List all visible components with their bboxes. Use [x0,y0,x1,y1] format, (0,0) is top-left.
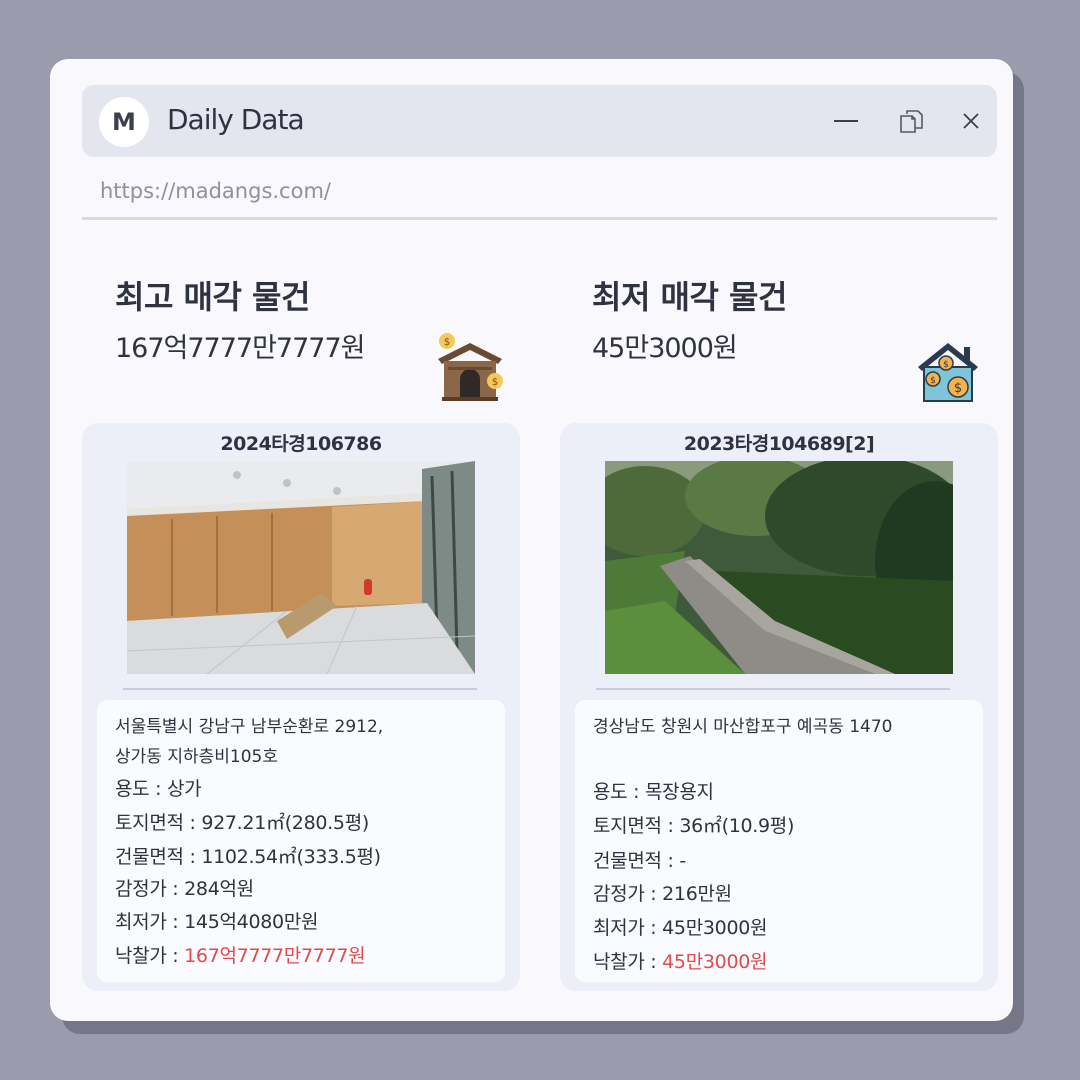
property-address: 서울특별시 강남구 남부순환로 2912, 상가동 지하층비105호 [115,712,383,772]
usage-row: 용도 : 상가 [115,774,202,801]
close-icon [963,113,979,129]
winning-bid-value: 45만3000원 [662,951,768,973]
highest-sale-card[interactable]: 2024타경106786 서울특별시 강남구 남부순환로 2912, 상가동 지… [82,423,520,991]
building-area-row: 건물면적 : 1102.54㎡(333.5평) [115,842,381,869]
land-area-row: 토지면적 : 36㎡(10.9평) [593,811,794,838]
copy-button[interactable] [893,103,929,139]
address-line-1: 경상남도 창원시 마산합포구 예곡동 1470 [593,717,893,737]
case-number: 2023타경104689[2] [683,433,875,455]
winning-bid-row: 낙찰가 : 45만3000원 [593,947,768,974]
svg-text:$: $ [930,376,936,386]
row-label: 용도 : [115,778,167,800]
row-label: 낙찰가 : [593,951,663,973]
app-title: Daily Data [167,103,305,136]
row-label: 최저가 : [115,911,185,933]
address-line-1: 서울특별시 강남구 남부순환로 2912, [115,717,384,737]
svg-text:$: $ [492,377,498,388]
row-value: 1102.54㎡(333.5평) [201,846,381,868]
row-label: 감정가 : [593,883,663,905]
lowest-sale-price: 45만3000원 [592,333,738,364]
row-value: 목장용지 [644,781,714,803]
row-label: 낙찰가 : [115,945,185,967]
case-number: 2024타경106786 [220,433,382,455]
house-coins-icon: $ $ $ [918,343,978,402]
url-text[interactable]: https://madangs.com/ [100,179,331,203]
row-value: - [679,850,686,872]
copy-icon [900,110,923,133]
row-value: 927.21㎡(280.5평) [201,812,369,834]
title-bar: M Daily Data [82,85,997,157]
row-label: 최저가 : [593,917,663,939]
minimize-icon [834,120,858,122]
row-label: 용도 : [593,781,645,803]
lowest-sale-heading: 최저 매각 물건 [592,278,787,316]
highest-sale-price: 167억7777만7777원 [115,333,365,364]
app-logo: M [99,97,149,147]
row-label: 토지면적 : [593,815,680,837]
property-photo [127,461,475,674]
lowest-sale-card[interactable]: 2023타경104689[2] 경상남도 창원시 마산합포구 예곡동 1470 [560,423,998,991]
row-label: 건물면적 : [115,846,202,868]
row-label: 토지면적 : [115,812,202,834]
highest-sale-heading: 최고 매각 물건 [115,278,310,316]
minimize-button[interactable] [828,103,864,139]
winning-bid-row: 낙찰가 : 167억7777만7777원 [115,941,366,968]
row-value: 상가 [166,778,202,800]
house-money-icon: $ $ [438,333,503,401]
card-divider [596,688,950,690]
minimum-price-row: 최저가 : 45만3000원 [593,913,768,940]
row-value: 45만3000원 [662,917,768,939]
land-area-row: 토지면적 : 927.21㎡(280.5평) [115,808,369,835]
property-photo [605,461,953,674]
winning-bid-value: 167억7777만7777원 [184,945,366,967]
usage-row: 용도 : 목장용지 [593,777,714,804]
appraisal-row: 감정가 : 216만원 [593,879,732,906]
row-label: 건물면적 : [593,850,680,872]
appraisal-row: 감정가 : 284억원 [115,874,254,901]
svg-text:$: $ [444,337,450,348]
svg-text:$: $ [943,360,949,370]
card-divider [123,688,477,690]
url-divider [82,217,997,220]
svg-text:$: $ [954,381,962,396]
address-line-2: 상가동 지하층비105호 [115,747,278,767]
property-address: 경상남도 창원시 마산합포구 예곡동 1470 [593,712,892,742]
minimum-price-row: 최저가 : 145억4080만원 [115,907,318,934]
property-details: 경상남도 창원시 마산합포구 예곡동 1470 용도 : 목장용지 토지면적 :… [575,700,983,982]
row-label: 감정가 : [115,878,185,900]
property-details: 서울특별시 강남구 남부순환로 2912, 상가동 지하층비105호 용도 : … [97,700,505,982]
row-value: 145억4080만원 [184,911,319,933]
close-button[interactable] [953,103,989,139]
row-value: 284억원 [184,878,254,900]
row-value: 36㎡(10.9평) [679,815,795,837]
app-window: M Daily Data https://madangs.com/ 최고 매각 … [50,59,1013,1021]
building-area-row: 건물면적 : - [593,846,686,873]
row-value: 216만원 [662,883,732,905]
